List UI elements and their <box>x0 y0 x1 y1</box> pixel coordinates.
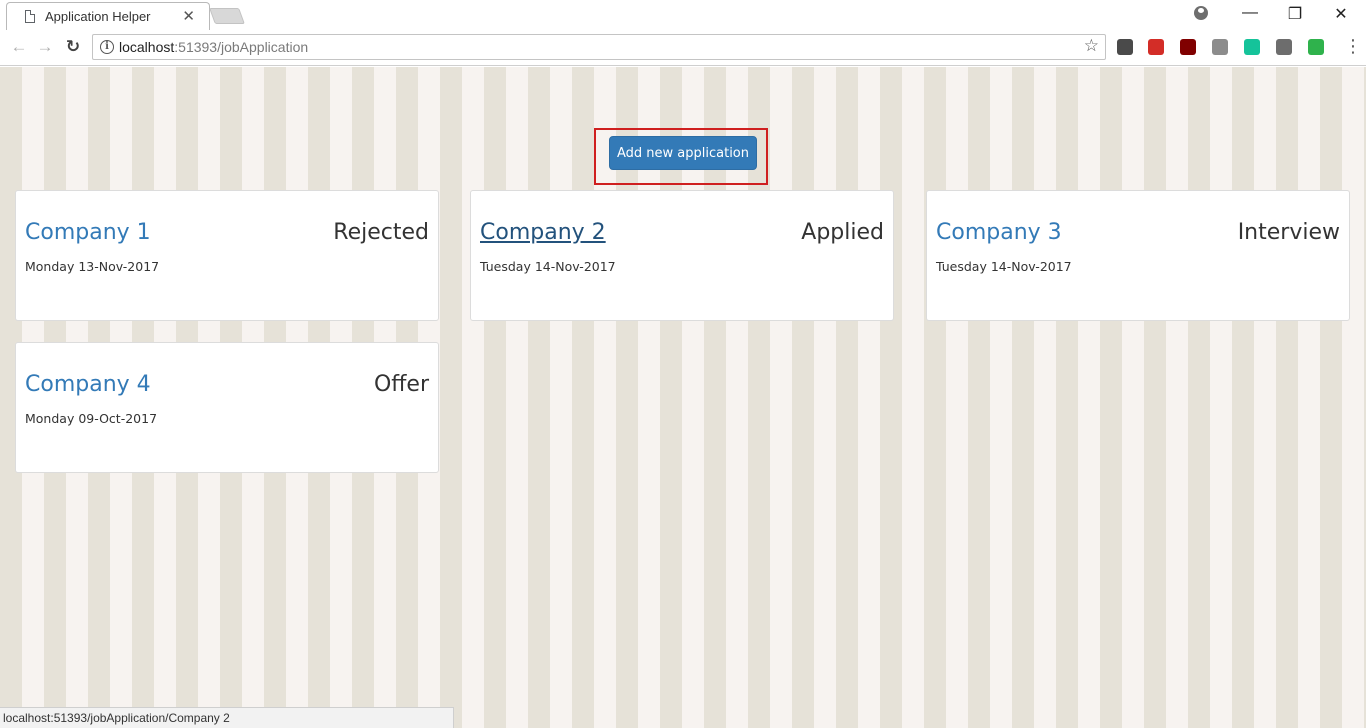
ghostery-icon[interactable] <box>1276 39 1292 55</box>
info-icon[interactable]: i <box>100 40 114 54</box>
application-card: Company 2 Applied Tuesday 14-Nov-2017 <box>470 190 894 321</box>
company-link[interactable]: Company 4 <box>25 372 151 397</box>
application-card: Company 4 Offer Monday 09-Oct-2017 <box>15 342 439 473</box>
profile-icon[interactable] <box>1194 6 1208 20</box>
status-label: Applied <box>801 220 884 245</box>
reload-button[interactable]: ↻ <box>62 36 84 58</box>
menu-icon[interactable]: ⋮ <box>1344 36 1362 57</box>
company-link[interactable]: Company 3 <box>936 220 1062 245</box>
evernote-icon[interactable] <box>1117 39 1133 55</box>
url-host: localhost <box>119 39 175 55</box>
restore-button[interactable]: ❐ <box>1285 4 1305 24</box>
application-date: Monday 09-Oct-2017 <box>25 411 158 426</box>
browser-toolbar: ← → ↻ i localhost:51393/jobApplication ☆… <box>0 30 1366 66</box>
status-label: Rejected <box>333 220 429 245</box>
status-label: Interview <box>1237 220 1340 245</box>
page-content: Add new application Company 1 Rejected M… <box>0 67 1366 728</box>
extension-gray-icon[interactable] <box>1212 39 1228 55</box>
back-button[interactable]: ← <box>8 36 30 58</box>
company-link[interactable]: Company 2 <box>480 220 606 245</box>
highlight-box: Add new application <box>594 128 768 185</box>
application-card: Company 3 Interview Tuesday 14-Nov-2017 <box>926 190 1350 321</box>
url-path: :51393/jobApplication <box>174 39 309 55</box>
company-link[interactable]: Company 1 <box>25 220 151 245</box>
status-bar-url: localhost:51393/jobApplication/Company 2 <box>0 707 454 728</box>
lastpass-icon[interactable] <box>1148 39 1164 55</box>
bookmark-star-icon[interactable]: ☆ <box>1084 36 1099 56</box>
status-label: Offer <box>373 372 429 397</box>
application-date: Monday 13-Nov-2017 <box>25 259 160 274</box>
ublock-icon[interactable] <box>1180 39 1196 55</box>
url-text[interactable]: localhost:51393/jobApplication <box>119 39 308 55</box>
grammarly-icon[interactable] <box>1244 39 1260 55</box>
browser-tab[interactable]: Application Helper ✕ <box>6 2 210 30</box>
page-icon <box>25 10 35 23</box>
minimize-button[interactable]: — <box>1240 4 1260 22</box>
plus-extension-icon[interactable] <box>1308 39 1324 55</box>
address-bar[interactable]: i localhost:51393/jobApplication ☆ <box>92 34 1106 60</box>
tab-close-icon[interactable]: ✕ <box>182 7 195 25</box>
forward-button[interactable]: → <box>34 36 56 58</box>
tab-strip: Application Helper ✕ — ❐ ✕ <box>0 0 1366 30</box>
new-tab-button[interactable] <box>209 8 245 24</box>
application-date: Tuesday 14-Nov-2017 <box>480 259 616 274</box>
close-window-button[interactable]: ✕ <box>1331 4 1351 24</box>
tab-title: Application Helper <box>45 9 151 24</box>
add-new-application-button[interactable]: Add new application <box>609 136 757 170</box>
application-date: Tuesday 14-Nov-2017 <box>936 259 1072 274</box>
application-card: Company 1 Rejected Monday 13-Nov-2017 <box>15 190 439 321</box>
